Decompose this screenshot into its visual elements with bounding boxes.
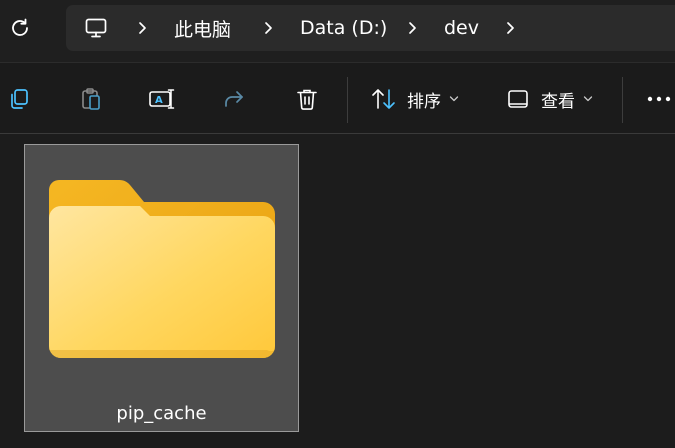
chevron-right-icon[interactable] <box>504 5 516 51</box>
toolbar-divider <box>347 77 348 123</box>
refresh-icon <box>12 18 28 36</box>
delete-button[interactable] <box>294 63 320 135</box>
chevron-right-icon[interactable] <box>406 5 418 51</box>
command-bar: A 排序 查看 <box>0 62 675 134</box>
more-icon <box>647 96 671 102</box>
breadcrumb-item-dev[interactable]: dev <box>444 5 479 51</box>
monitor-icon <box>85 18 107 38</box>
sort-button[interactable]: 排序 <box>370 63 459 135</box>
rename-button[interactable]: A <box>148 63 176 135</box>
breadcrumb-label: 此电脑 <box>174 18 232 41</box>
svg-text:A: A <box>155 95 163 106</box>
share-icon <box>225 91 243 107</box>
sort-icon <box>372 89 395 109</box>
computer-button[interactable] <box>84 5 108 51</box>
view-icon <box>508 90 528 108</box>
view-label: 查看 <box>541 91 575 112</box>
paste-button[interactable] <box>78 63 104 135</box>
view-button[interactable]: 查看 <box>506 63 593 135</box>
copy-icon <box>11 89 28 109</box>
chevron-down-icon <box>583 96 593 102</box>
chevron-right-icon[interactable] <box>262 5 274 51</box>
breadcrumb-label: Data (D:) <box>300 17 388 39</box>
share-button[interactable] <box>222 63 248 135</box>
rename-icon: A <box>149 89 175 109</box>
breadcrumb-label: dev <box>444 17 479 39</box>
chevron-down-icon <box>449 96 459 102</box>
delete-icon <box>297 89 317 110</box>
file-name: pip_cache <box>116 403 207 424</box>
breadcrumb-item-data-drive[interactable]: Data (D:) <box>300 5 387 51</box>
refresh-button[interactable] <box>6 14 34 42</box>
file-view: pip_cache <box>0 134 675 448</box>
see-more-button[interactable] <box>646 63 675 135</box>
folder-icon <box>49 180 275 358</box>
chevron-right-icon[interactable] <box>136 5 148 51</box>
breadcrumb-item-this-pc[interactable]: 此电脑 <box>174 5 231 51</box>
copy-button[interactable] <box>6 63 32 135</box>
toolbar-divider <box>622 77 623 123</box>
file-item-pip-cache[interactable]: pip_cache <box>24 144 299 432</box>
sort-label: 排序 <box>407 91 441 112</box>
breadcrumb: 此电脑 Data (D:) dev <box>66 5 675 51</box>
paste-icon <box>82 88 100 110</box>
address-bar: 此电脑 Data (D:) dev <box>0 0 675 62</box>
